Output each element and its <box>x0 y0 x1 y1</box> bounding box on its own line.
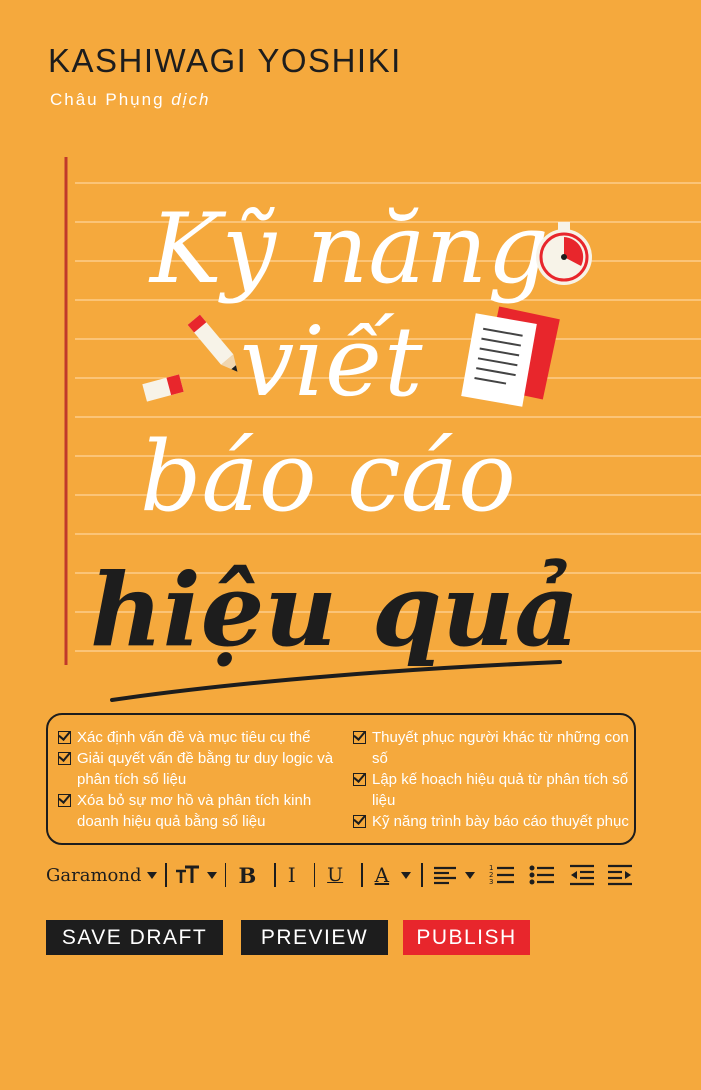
toolbar-divider <box>313 863 316 887</box>
feature-text: Xác định vấn đề và mục tiêu cụ thể <box>77 729 311 746</box>
title-line-4: hiệu quả <box>90 551 579 669</box>
indent-button[interactable] <box>607 864 633 886</box>
feature-text: Giải quyết vấn đề bằng tư duy logic và p… <box>77 750 334 788</box>
italic-label: I <box>287 863 296 887</box>
feature-item: Xác định vấn đề và mục tiêu cụ thể <box>58 727 348 748</box>
outdent-button[interactable] <box>569 864 595 886</box>
feature-text: Xóa bỏ sự mơ hồ và phân tích kinh doanh … <box>77 792 312 830</box>
title-line-3: báo cáo <box>140 421 516 533</box>
features-right-column: Thuyết phục người khác từ những con số L… <box>353 727 633 832</box>
book-cover: KASHIWAGI YOSHIKI Châu Phụng dịch Kỹ năn… <box>0 0 701 1090</box>
features-box: Xác định vấn đề và mục tiêu cụ thể Giải … <box>46 713 636 845</box>
checkbox-checked-icon[interactable] <box>353 815 366 828</box>
font-size-button[interactable] <box>175 865 217 885</box>
feature-item: Thuyết phục người khác từ những con số <box>353 727 633 769</box>
save-draft-label: SAVE DRAFT <box>61 925 208 949</box>
indent-icon <box>607 864 632 886</box>
text-size-icon <box>175 865 199 883</box>
checkbox-checked-icon[interactable] <box>58 752 71 765</box>
font-family-value: Garamond <box>46 864 142 886</box>
align-button[interactable] <box>433 865 475 885</box>
bullet-list-button[interactable] <box>529 864 555 886</box>
bold-label: B <box>238 862 257 888</box>
feature-text: Kỹ năng trình bày báo cáo thuyết phục <box>372 813 629 830</box>
chevron-down-icon <box>147 871 158 879</box>
checkbox-checked-icon[interactable] <box>58 731 71 744</box>
preview-label: PREVIEW <box>260 925 369 949</box>
svg-text:3: 3 <box>489 878 493 886</box>
text-color-button[interactable]: A <box>374 863 412 887</box>
toolbar-divider <box>165 863 167 887</box>
title-line-2: viết <box>240 306 423 418</box>
italic-button[interactable]: I <box>288 863 296 887</box>
font-family-select[interactable]: Garamond <box>46 864 158 886</box>
toolbar-divider <box>421 863 423 887</box>
publish-button[interactable]: PUBLISH <box>403 920 530 955</box>
feature-text: Lập kế hoạch hiệu quả từ phân tích số li… <box>372 771 629 809</box>
preview-button[interactable]: PREVIEW <box>241 920 388 955</box>
document-icon <box>461 306 560 407</box>
chevron-down-icon <box>401 871 412 879</box>
outdent-icon <box>569 864 594 886</box>
bold-button[interactable]: B <box>238 863 256 888</box>
toolbar-divider <box>224 863 227 887</box>
align-left-icon <box>433 866 456 885</box>
numbered-list-icon: 123 <box>489 864 514 886</box>
features-left-column: Xác định vấn đề và mục tiêu cụ thể Giải … <box>58 727 348 832</box>
numbered-list-button[interactable]: 123 <box>489 864 515 886</box>
bullet-list-icon <box>529 865 554 885</box>
feature-text: Thuyết phục người khác từ những con số <box>372 729 629 767</box>
pencil-icon <box>187 314 238 372</box>
checkbox-checked-icon[interactable] <box>353 731 366 744</box>
save-draft-button[interactable]: SAVE DRAFT <box>46 920 223 955</box>
eraser-icon <box>142 374 184 402</box>
toolbar-divider <box>361 863 363 887</box>
chevron-down-icon <box>464 871 475 879</box>
feature-item: Lập kế hoạch hiệu quả từ phân tích số li… <box>353 769 633 811</box>
title-line-1: Kỹ năng <box>148 193 549 305</box>
feature-item: Xóa bỏ sự mơ hồ và phân tích kinh doanh … <box>58 790 348 832</box>
checkbox-checked-icon[interactable] <box>353 773 366 786</box>
underline-label: U <box>327 864 344 886</box>
title-artwork: Kỹ năng viết báo cáo hiệu quả <box>90 193 592 702</box>
checkbox-checked-icon[interactable] <box>58 794 71 807</box>
underline-button[interactable]: U <box>327 864 343 886</box>
toolbar-divider <box>274 863 276 887</box>
editor-toolbar: Garamond B I U A 1 2 3 <box>46 858 646 892</box>
publish-label: PUBLISH <box>416 925 517 949</box>
feature-item: Kỹ năng trình bày báo cáo thuyết phục <box>353 811 633 832</box>
chevron-down-icon <box>206 871 217 879</box>
text-color-label: A <box>374 863 390 887</box>
feature-item: Giải quyết vấn đề bằng tư duy logic và p… <box>58 748 348 790</box>
